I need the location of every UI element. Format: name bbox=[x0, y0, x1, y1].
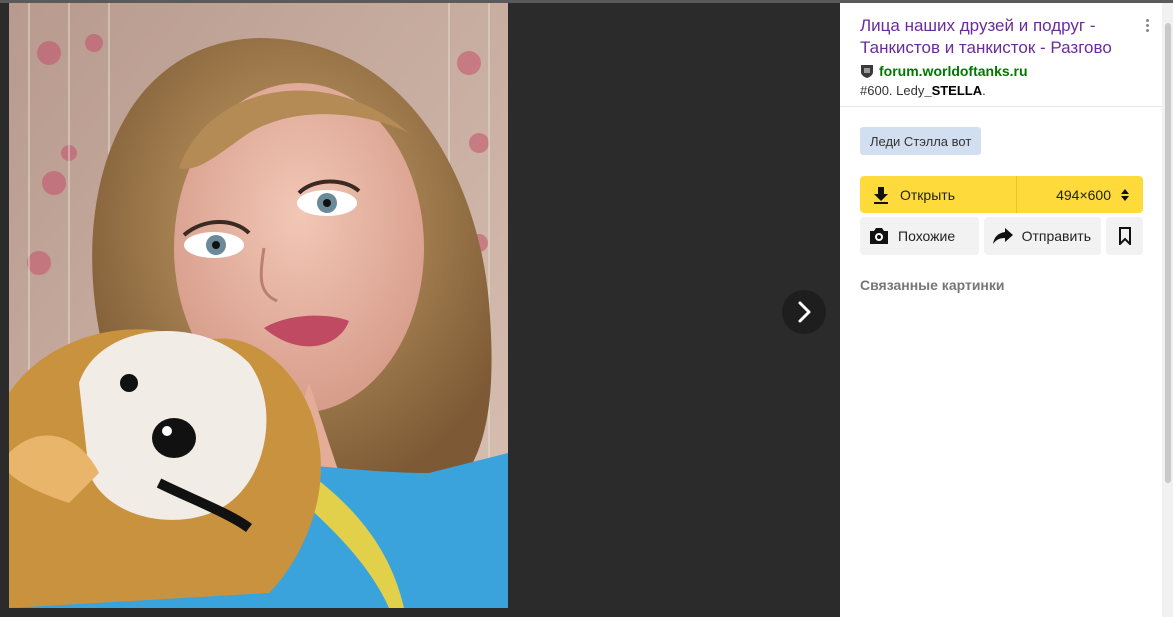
scroll-thumb[interactable] bbox=[1165, 23, 1171, 483]
bookmark-icon bbox=[1118, 227, 1131, 245]
worldoftanks-shield-icon bbox=[861, 64, 873, 78]
similar-button[interactable]: Похожие bbox=[860, 217, 979, 255]
more-vertical-icon[interactable] bbox=[1140, 17, 1154, 35]
share-arrow-icon bbox=[992, 228, 1013, 244]
send-button[interactable]: Отправить bbox=[983, 217, 1102, 255]
download-icon bbox=[874, 186, 888, 204]
main-photo[interactable] bbox=[9, 3, 508, 608]
result-header: Лица наших друзей и подруг - Танкистов и… bbox=[840, 3, 1162, 107]
snippet-suffix: . bbox=[982, 83, 986, 98]
camera-search-icon bbox=[870, 228, 888, 244]
next-image-button[interactable] bbox=[782, 290, 826, 334]
image-tag[interactable]: Леди Стэлла вот bbox=[860, 127, 982, 155]
open-button[interactable]: Открыть bbox=[860, 176, 1017, 213]
send-label: Отправить bbox=[1021, 228, 1091, 244]
size-label: 494×600 bbox=[1056, 186, 1111, 203]
image-viewer bbox=[0, 3, 840, 617]
secondary-actions: Похожие Отправить bbox=[860, 217, 1143, 255]
similar-label: Похожие bbox=[898, 228, 956, 244]
source-domain-link[interactable]: forum.worldoftanks.ru bbox=[879, 63, 1028, 79]
details-panel: Лица наших друзей и подруг - Танкистов и… bbox=[840, 3, 1173, 617]
source-row: forum.worldoftanks.ru bbox=[860, 63, 1142, 79]
size-select[interactable]: 494×600 bbox=[1017, 176, 1143, 213]
chevron-right-icon bbox=[798, 301, 811, 323]
sort-arrows-icon bbox=[1121, 188, 1129, 201]
snippet-prefix: #600. Ledy bbox=[860, 83, 925, 98]
open-label: Открыть bbox=[900, 186, 955, 203]
result-title-link[interactable]: Лица наших друзей и подруг - Танкистов и… bbox=[860, 15, 1140, 59]
scrollbar[interactable] bbox=[1162, 3, 1173, 617]
result-snippet: #600. Ledy_STELLA. bbox=[860, 83, 1142, 98]
related-images-heading: Связанные картинки bbox=[860, 277, 1005, 293]
open-image-control: Открыть 494×600 bbox=[860, 176, 1143, 213]
bookmark-button[interactable] bbox=[1106, 217, 1143, 255]
snippet-highlight: _STELLA bbox=[924, 83, 983, 98]
